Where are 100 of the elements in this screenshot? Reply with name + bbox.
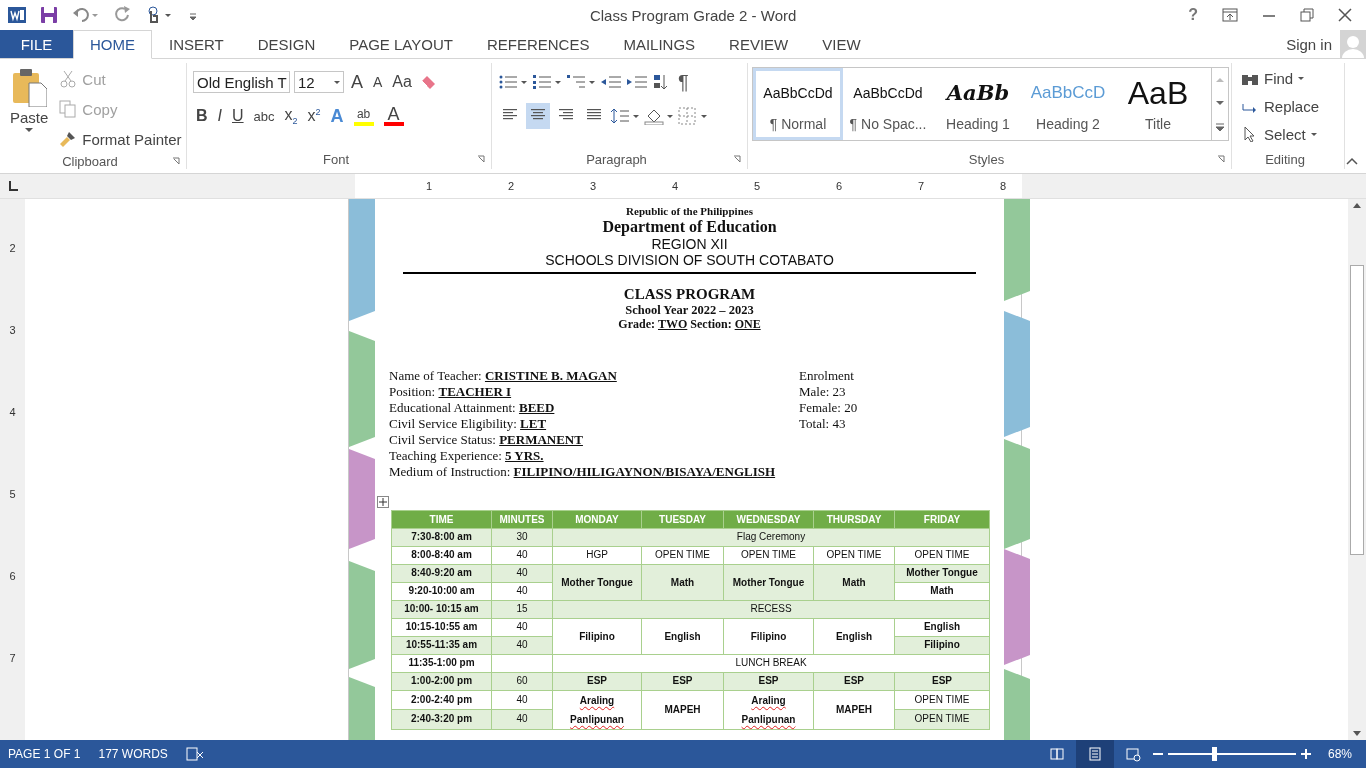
decrease-indent-icon[interactable] — [600, 73, 622, 91]
page-icon — [1086, 746, 1103, 762]
teacher-info-line: Educational Attainment: BEED — [389, 399, 556, 416]
word-app-icon — [8, 6, 26, 24]
teacher-info-line: Medium of Instruction: FILIPINO/HILIGAYNON/BISAYA/ENGLISH — [389, 463, 777, 480]
enrolment-line: Female: 20 — [799, 399, 859, 416]
ruler-number: 2 — [506, 179, 516, 194]
caret-icon — [334, 80, 340, 84]
school-year: School Year 2022 – 2023 — [624, 303, 755, 318]
select-button[interactable]: Select — [1238, 121, 1323, 147]
globe-page-icon — [1124, 746, 1141, 762]
ribbon-tab[interactable]: HOME — [73, 30, 152, 59]
table-cell: English — [813, 618, 895, 655]
align-center-button[interactable] — [526, 103, 550, 129]
numbering-icon[interactable] — [532, 73, 562, 91]
close-icon[interactable] — [1338, 8, 1352, 22]
align-lines-icon — [501, 106, 519, 122]
table-cell: English — [641, 618, 724, 655]
table-cell: Filipino — [552, 618, 642, 655]
column-header: FRIDAY — [894, 510, 990, 529]
dialog-launcher-icon[interactable] — [172, 157, 180, 165]
restore-icon[interactable] — [1300, 8, 1314, 22]
column-header: TUESDAY — [641, 510, 724, 529]
ruler-number: 4 — [8, 405, 17, 420]
help-button[interactable]: ? — [1188, 6, 1198, 24]
dialog-launcher-icon[interactable] — [733, 155, 741, 163]
caret-icon — [25, 128, 34, 132]
align-lines-icon — [529, 106, 547, 122]
department-heading: Department of Education — [601, 217, 778, 237]
page-count[interactable]: PAGE 1 OF 1 — [8, 747, 81, 761]
underline-button[interactable]: U — [229, 103, 247, 129]
style-item[interactable]: AaBbCcDd ¶ Normal — [753, 68, 843, 140]
text-effects-button[interactable]: A — [327, 103, 347, 129]
region-heading: REGION XII — [650, 236, 729, 253]
multilevel-list-icon[interactable] — [566, 73, 596, 91]
copy-icon — [59, 100, 78, 118]
ruler-number: 4 — [670, 179, 680, 194]
line-spacing-icon[interactable] — [610, 107, 640, 125]
proofing-icon[interactable] — [185, 746, 204, 762]
print-layout-button[interactable] — [1075, 740, 1114, 768]
group-label: Styles — [968, 151, 1005, 167]
group-label: Font — [323, 151, 349, 167]
collapse-ribbon-icon[interactable] — [1346, 157, 1358, 165]
paste-button[interactable]: Paste — [6, 65, 53, 153]
grade-line: Grade: TWO Section: ONE — [617, 317, 762, 332]
zoom-slider-thumb[interactable] — [1212, 747, 1218, 761]
sort-icon[interactable] — [652, 73, 670, 91]
scroll-down-icon[interactable] — [1352, 730, 1362, 738]
division-heading: SCHOOLS DIVISION OF SOUTH COTABATO — [544, 252, 835, 269]
teacher-info-line: Name of Teacher: CRISTINE B. MAGAN — [389, 367, 618, 384]
table-cell: Mother Tongue — [723, 564, 814, 601]
document-title: CLASS PROGRAM — [622, 286, 757, 304]
font-name-field[interactable]: Old English T — [193, 71, 290, 93]
more-styles-icon[interactable] — [1216, 123, 1224, 132]
font-size-field[interactable]: 12 — [294, 71, 344, 93]
show-formatting-button[interactable]: ¶ — [674, 70, 693, 94]
replace-button[interactable]: Replace — [1238, 93, 1323, 119]
enrolment-line: Male: 23 — [799, 383, 847, 400]
grow-font-button[interactable]: A — [348, 69, 366, 95]
highlight-button[interactable]: ab — [350, 103, 377, 129]
vertical-ruler[interactable]: 2 3 4 5 6 7 — [0, 199, 25, 740]
undo-icon[interactable] — [72, 6, 100, 24]
ruler-number: 7 — [8, 651, 17, 666]
format-painter-button[interactable]: Format Painter — [56, 125, 185, 153]
find-button[interactable]: Find — [1238, 65, 1323, 91]
shading-icon[interactable] — [644, 107, 674, 125]
dialog-launcher-icon[interactable] — [477, 155, 485, 163]
italic-button[interactable]: I — [214, 103, 225, 129]
group-label: Clipboard — [62, 153, 118, 169]
ruler-number: 3 — [588, 179, 598, 194]
zoom-in-icon[interactable] — [1299, 748, 1312, 760]
shrink-font-button[interactable]: A — [370, 69, 386, 95]
sign-in-link[interactable]: Sign in — [1286, 35, 1332, 53]
paintbrush-icon — [59, 130, 78, 148]
republic-heading: Republic of the Philippines — [625, 205, 754, 218]
bold-button[interactable]: B — [193, 103, 211, 129]
group-label: Paragraph — [586, 151, 647, 167]
teacher-info-line: Teaching Experience: 5 YRS. — [389, 447, 545, 464]
word-count[interactable]: 177 WORDS — [98, 747, 168, 761]
strike-button[interactable]: abc — [250, 103, 278, 129]
table-move-handle-icon[interactable] — [377, 495, 389, 508]
change-case-button[interactable]: Aa — [389, 69, 415, 95]
ribbon-display-icon[interactable] — [1222, 8, 1238, 22]
dialog-launcher-icon[interactable] — [1217, 155, 1225, 163]
ruler-number: 6 — [8, 569, 17, 584]
file-tab[interactable]: FILE — [0, 30, 73, 58]
bullets-icon[interactable] — [498, 73, 528, 91]
scroll-down-icon[interactable] — [1216, 100, 1224, 106]
tab-stop-icon[interactable] — [6, 180, 19, 192]
redo-icon[interactable] — [114, 6, 132, 24]
scrollbar-thumb[interactable] — [1350, 265, 1364, 555]
font-color-button[interactable]: A — [380, 103, 407, 129]
zoom-level[interactable]: 68% — [1327, 747, 1352, 761]
touch-mode-icon[interactable] — [146, 6, 174, 24]
increase-indent-icon[interactable] — [626, 73, 648, 91]
table-cell: 2:00-2:40 pm — [391, 690, 492, 710]
subscript-button[interactable]: x$_{2}$ — [281, 103, 301, 129]
superscript-button[interactable]: x$^{2}$ — [304, 103, 324, 129]
scroll-up-icon[interactable] — [1352, 201, 1362, 209]
column-header: THURSDAY — [813, 510, 895, 529]
